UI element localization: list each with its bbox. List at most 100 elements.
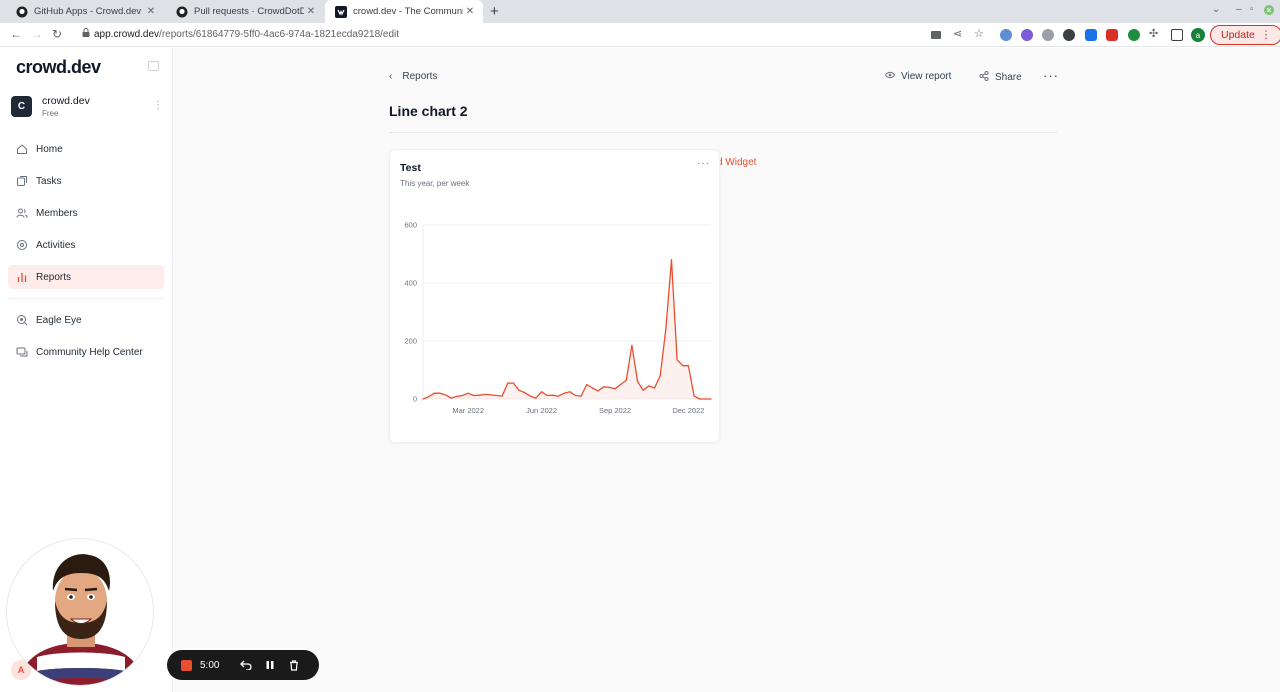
data-point — [461, 394, 464, 397]
collapse-sidebar-icon[interactable] — [148, 61, 159, 71]
close-tab-icon[interactable]: ✕ — [304, 6, 318, 17]
more-vertical-icon: ⋮ — [1260, 29, 1272, 41]
data-point — [490, 394, 492, 396]
sidebar-item-label: Home — [36, 143, 63, 155]
sidebar-item-home[interactable]: Home — [8, 137, 164, 161]
url-field[interactable]: app.crowd.dev/reports/61864779-5ff0-4ac6… — [82, 28, 399, 40]
data-point — [642, 389, 644, 391]
workspace-avatar[interactable]: C — [11, 96, 32, 117]
share-label: Share — [995, 72, 1022, 83]
extension-icon[interactable] — [1042, 29, 1054, 41]
add-widget-button[interactable]: d Widget — [717, 157, 756, 168]
camera-icon[interactable] — [931, 31, 941, 39]
view-report-button[interactable]: View report — [884, 71, 951, 82]
sidebar-item-reports[interactable]: Reports — [8, 265, 164, 289]
data-point — [501, 395, 503, 397]
data-point — [563, 392, 565, 394]
back-to-reports-link[interactable]: ‹ Reports — [389, 71, 437, 82]
extension-icon[interactable] — [1000, 29, 1012, 41]
browser-tab-bar: GitHub Apps - Crowd.dev GitHub ✕ Pull re… — [0, 0, 1280, 23]
forward-arrow-icon[interactable]: → — [31, 27, 43, 41]
browser-tab-crowd-dev[interactable]: crowd.dev - The Community-led ✕ — [325, 0, 483, 23]
url-host: app.crowd.dev — [94, 29, 160, 40]
sidebar-item-help-center[interactable]: Community Help Center — [8, 340, 164, 364]
share-button[interactable]: Share — [979, 71, 1022, 84]
bookmark-star-icon[interactable]: ☆ — [974, 27, 984, 40]
workspace-menu-icon[interactable]: ⋮ — [153, 100, 163, 111]
webcam-overlay — [6, 538, 154, 686]
browser-tab-github-apps[interactable]: GitHub Apps - Crowd.dev GitHub ✕ — [6, 0, 164, 23]
sidebar-item-members[interactable]: Members — [8, 201, 164, 225]
series-area — [423, 259, 711, 399]
close-tab-icon[interactable]: ✕ — [463, 6, 477, 17]
x-tick-label: Dec 2022 — [672, 406, 704, 415]
sidebar-item-label: Reports — [36, 271, 72, 283]
y-tick-label: 0 — [413, 395, 417, 404]
sidebar-divider — [8, 298, 164, 299]
side-panel-icon[interactable] — [1171, 29, 1183, 41]
update-button[interactable]: Update ⋮ — [1210, 25, 1280, 45]
close-window-icon[interactable] — [1264, 5, 1274, 18]
data-point — [631, 344, 633, 346]
extension-icon[interactable] — [1085, 29, 1097, 41]
extension-icon[interactable] — [1021, 29, 1033, 41]
data-point — [704, 398, 706, 400]
close-tab-icon[interactable]: ✕ — [144, 6, 158, 17]
data-point — [478, 394, 481, 396]
y-tick-label: 600 — [404, 221, 417, 230]
stop-recording-button[interactable] — [181, 659, 192, 671]
data-point — [670, 259, 673, 261]
chevron-down-icon[interactable]: ⌄ — [1212, 4, 1220, 15]
reload-icon[interactable]: ↻ — [52, 27, 62, 41]
sidebar-item-activities[interactable]: Activities — [8, 233, 164, 257]
sidebar-item-eagle-eye[interactable]: Eagle Eye — [8, 308, 164, 332]
tab-title: Pull requests · CrowdDotDev/crowd.dev — [194, 6, 304, 17]
data-point — [456, 395, 458, 397]
extension-icon[interactable] — [1128, 29, 1140, 41]
workspace-name[interactable]: crowd.dev — [42, 95, 90, 107]
sidebar-item-tasks[interactable]: Tasks — [8, 169, 164, 193]
browser-tab-pull-requests[interactable]: Pull requests · CrowdDotDev/crowd.dev ✕ — [166, 0, 324, 23]
back-arrow-icon[interactable]: ← — [10, 27, 22, 41]
share-page-icon[interactable]: ⋖ — [953, 27, 962, 40]
eagle-eye-icon — [16, 314, 28, 326]
data-point — [659, 375, 661, 377]
tab-title: crowd.dev - The Community-led — [353, 6, 463, 17]
data-point — [540, 391, 543, 393]
sidebar-item-label: Members — [36, 207, 78, 219]
data-point — [495, 394, 498, 397]
activities-icon — [16, 239, 28, 251]
minimize-icon[interactable]: – — [1236, 4, 1242, 15]
x-tick-label: Jun 2022 — [526, 406, 557, 415]
data-point — [710, 398, 712, 400]
pause-icon[interactable] — [263, 658, 277, 672]
maximize-icon[interactable]: ▫ — [1250, 4, 1254, 15]
undo-icon[interactable] — [239, 658, 253, 672]
page-title: Line chart 2 — [389, 103, 468, 119]
data-point — [569, 391, 571, 393]
back-label: Reports — [402, 71, 438, 82]
data-point — [529, 395, 531, 397]
data-point — [439, 392, 441, 394]
app-logo[interactable]: crowd.dev — [16, 57, 101, 78]
x-tick-label: Sep 2022 — [599, 406, 631, 415]
data-point — [444, 394, 447, 396]
data-point — [591, 387, 594, 389]
data-point — [586, 383, 588, 386]
puzzle-icon[interactable]: ✣ — [1149, 27, 1158, 40]
extension-icon[interactable] — [1106, 29, 1118, 41]
trash-icon[interactable] — [287, 658, 301, 672]
more-options-icon[interactable]: ··· — [1043, 68, 1059, 83]
x-tick-label: Mar 2022 — [452, 406, 484, 415]
data-point — [653, 387, 656, 389]
workspace-plan: Free — [42, 109, 59, 118]
data-point — [597, 390, 599, 392]
data-point — [625, 379, 627, 381]
profile-avatar[interactable]: a — [1191, 28, 1205, 42]
home-icon — [16, 143, 28, 155]
share-icon — [979, 71, 989, 84]
new-tab-icon[interactable]: + — [490, 3, 499, 20]
data-point — [580, 395, 582, 397]
extension-icon[interactable] — [1063, 29, 1075, 41]
y-tick-label: 400 — [404, 279, 417, 288]
